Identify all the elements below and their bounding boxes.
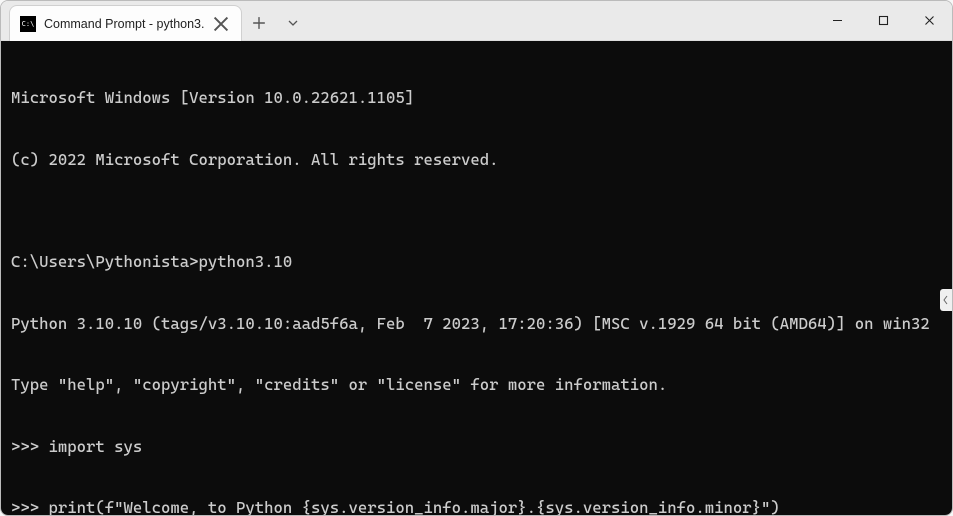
terminal-line: >>> print(f"Welcome, to Python {sys.vers… bbox=[11, 498, 942, 516]
tab-active[interactable]: C:\ Command Prompt - python3. bbox=[9, 5, 242, 41]
terminal-line: Type "help", "copyright", "credits" or "… bbox=[11, 375, 942, 396]
close-window-button[interactable] bbox=[906, 1, 952, 40]
minimize-button[interactable] bbox=[814, 1, 860, 40]
tab-title: Command Prompt - python3. bbox=[44, 17, 205, 31]
terminal-line: Python 3.10.10 (tags/v3.10.10:aad5f6a, F… bbox=[11, 314, 942, 335]
maximize-button[interactable] bbox=[860, 1, 906, 40]
cmd-icon: C:\ bbox=[20, 16, 36, 32]
terminal[interactable]: Microsoft Windows [Version 10.0.22621.11… bbox=[1, 41, 952, 516]
close-tab-icon[interactable] bbox=[213, 16, 229, 32]
new-tab-button[interactable] bbox=[242, 5, 276, 40]
window: C:\ Command Prompt - python3. Microsoft … bbox=[0, 0, 953, 516]
terminal-line: (c) 2022 Microsoft Corporation. All righ… bbox=[11, 150, 942, 171]
terminal-line: C:\Users\Pythonista>python3.10 bbox=[11, 252, 942, 273]
tab-dropdown-button[interactable] bbox=[276, 5, 310, 40]
titlebar[interactable]: C:\ Command Prompt - python3. bbox=[1, 1, 952, 41]
terminal-line: Microsoft Windows [Version 10.0.22621.11… bbox=[11, 88, 942, 109]
scroll-handle[interactable] bbox=[940, 289, 952, 311]
titlebar-drag-area[interactable] bbox=[310, 1, 815, 40]
terminal-line: >>> import sys bbox=[11, 437, 942, 458]
